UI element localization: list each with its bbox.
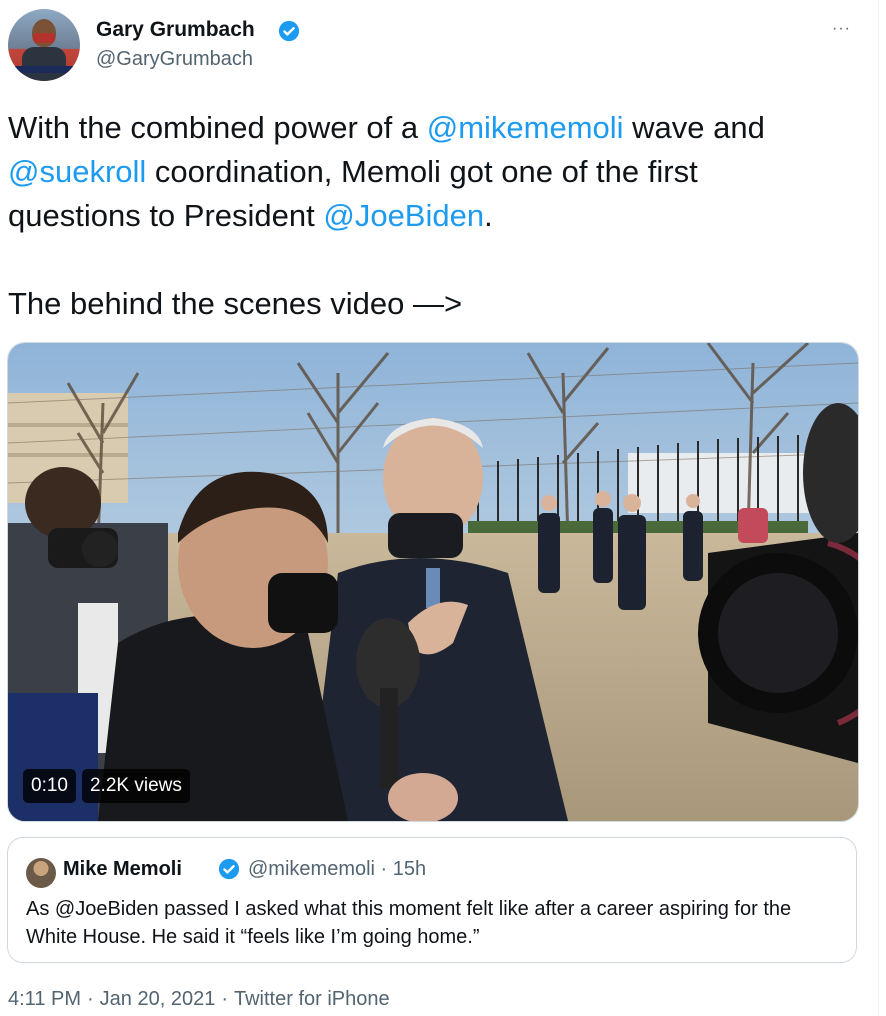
divider	[878, 0, 879, 1016]
text-segment: coordination, Memoli got one of the firs…	[146, 154, 698, 189]
separator: ·	[221, 988, 228, 1010]
author-handle[interactable]: @GaryGrumbach	[96, 48, 253, 71]
video-duration: 0:10	[23, 769, 76, 803]
quoted-author-avatar[interactable]	[26, 858, 56, 888]
mention-link-joebiden[interactable]: @JoeBiden	[323, 198, 484, 233]
tweet-text: With the combined power of a @mikememoli…	[8, 106, 878, 326]
verified-badge-icon	[218, 858, 240, 880]
text-segment: The behind the scenes video —>	[8, 286, 463, 321]
quoted-author-name[interactable]: Mike Memoli	[63, 858, 182, 881]
separator: ·	[87, 988, 94, 1010]
text-segment: questions to President	[8, 198, 324, 233]
tweet-metadata: 4:11 PM · Jan 20, 2021 · Twitter for iPhone	[8, 988, 390, 1011]
video-frame	[8, 343, 858, 821]
video-player[interactable]: 0:10 2.2K views	[7, 342, 859, 822]
mention-link-suekroll[interactable]: @suekroll	[8, 154, 146, 189]
tweet-date[interactable]: Jan 20, 2021	[100, 988, 216, 1010]
video-views: 2.2K views	[81, 769, 190, 803]
author-name[interactable]: Gary Grumbach	[96, 18, 255, 42]
text-segment: wave and	[623, 110, 765, 145]
text-segment: With the combined power of a	[8, 110, 427, 145]
text-segment: .	[484, 198, 493, 233]
quoted-author-handle-time[interactable]: @mikememoli · 15h	[248, 858, 426, 881]
quoted-tweet-text: As @JoeBiden passed I asked what this mo…	[26, 898, 792, 948]
tweet-header: Gary Grumbach @GaryGrumbach ···	[0, 0, 886, 90]
author-avatar[interactable]	[8, 9, 80, 81]
mention-link-mikememoli[interactable]: @mikememoli	[427, 110, 624, 145]
more-options-icon[interactable]: ···	[832, 20, 851, 38]
verified-badge-icon	[278, 20, 300, 42]
video-overlay-badges: 0:10 2.2K views	[23, 769, 190, 803]
tweet-time[interactable]: 4:11 PM	[8, 988, 81, 1010]
quoted-tweet[interactable]: Mike Memoli @mikememoli · 15h As @JoeBid…	[7, 837, 857, 963]
tweet-source[interactable]: Twitter for iPhone	[234, 988, 390, 1010]
